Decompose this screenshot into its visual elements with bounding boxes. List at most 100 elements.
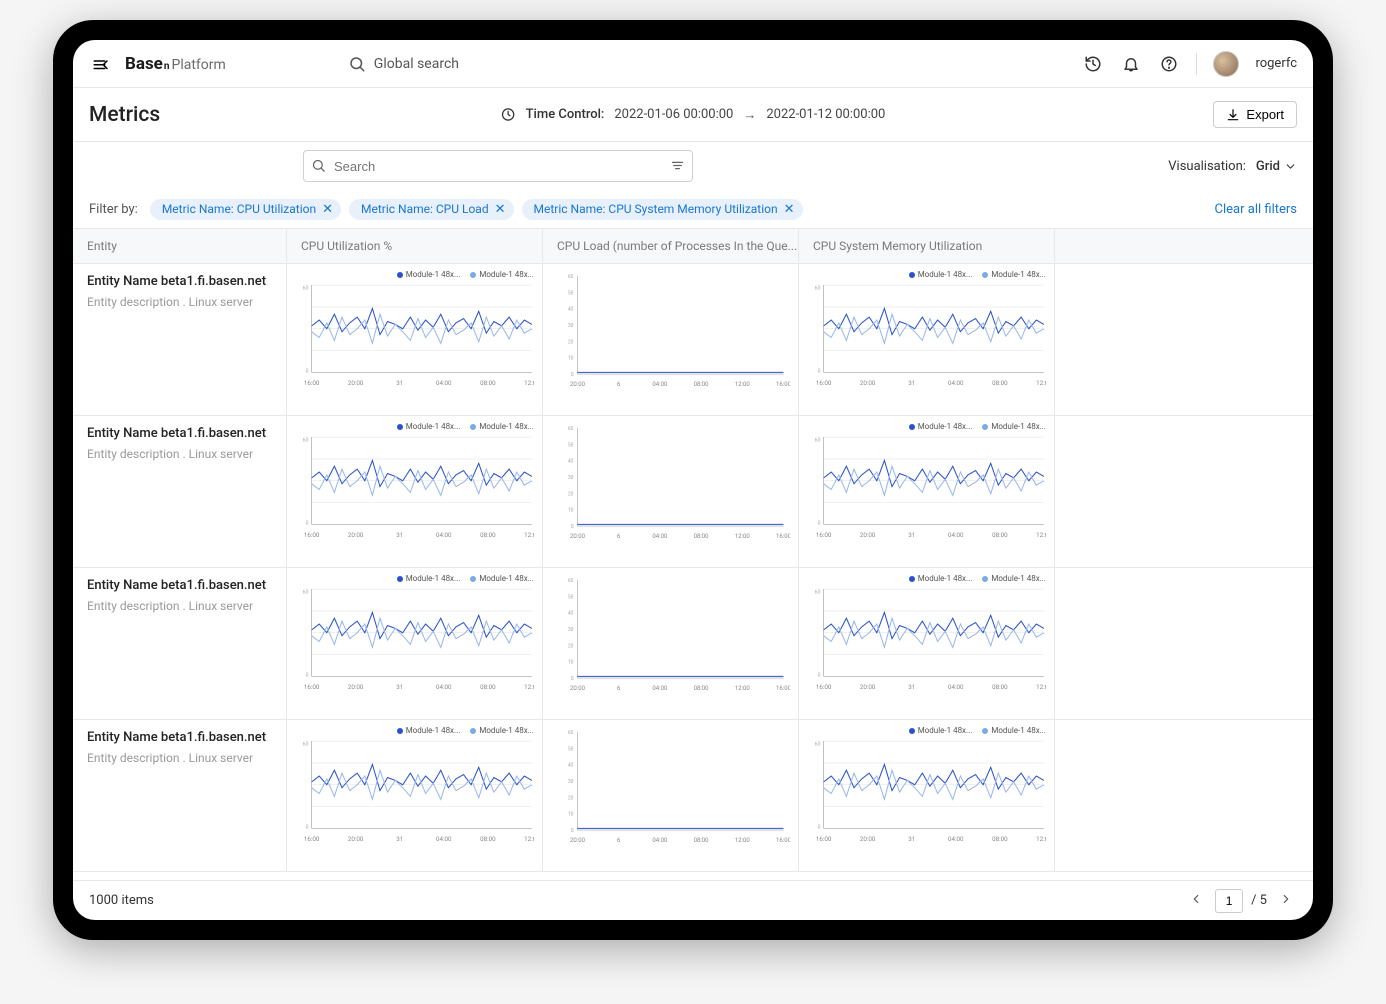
chip-text: Metric Name: CPU System Memory Utilizati…: [534, 202, 778, 216]
svg-text:60: 60: [815, 741, 821, 747]
line-chart: 60016:0020:003104:0008:0012:00: [807, 281, 1046, 389]
page-input[interactable]: [1215, 889, 1243, 913]
arrow-right-icon: →: [743, 107, 756, 123]
filter-settings-button[interactable]: [670, 158, 685, 177]
svg-text:08:00: 08:00: [480, 683, 496, 691]
global-search[interactable]: Global search: [348, 55, 459, 73]
header-entity[interactable]: Entity: [73, 229, 287, 263]
search-input[interactable]: [303, 150, 693, 182]
svg-text:20:00: 20:00: [570, 837, 586, 844]
svg-text:0: 0: [818, 824, 821, 830]
svg-text:10: 10: [568, 660, 574, 666]
svg-text:20:00: 20:00: [348, 683, 364, 691]
svg-text:20:00: 20:00: [348, 531, 364, 539]
svg-text:60: 60: [568, 730, 574, 736]
chart-cell-cpu-util[interactable]: Module-1 48x...Module-1 48x...60016:0020…: [287, 416, 543, 567]
chip-text: Metric Name: CPU Load: [361, 202, 489, 216]
svg-text:60: 60: [303, 437, 309, 443]
chart-legend: Module-1 48x...Module-1 48x...: [807, 422, 1046, 431]
svg-text:0: 0: [818, 368, 821, 374]
svg-text:04:00: 04:00: [652, 837, 668, 844]
chart-cell-cpu-util[interactable]: Module-1 48x...Module-1 48x...60016:0020…: [287, 568, 543, 719]
svg-text:30: 30: [568, 779, 574, 785]
svg-text:31: 31: [396, 379, 403, 387]
filter-chip[interactable]: Metric Name: CPU System Memory Utilizati…: [522, 199, 803, 220]
top-bar: BasenPlatform Global search rogerfc: [73, 40, 1313, 88]
svg-text:16:00: 16:00: [776, 533, 790, 540]
svg-text:12:00: 12:00: [735, 685, 751, 692]
chart-cell-cpu-mem[interactable]: Module-1 48x...Module-1 48x...60016:0020…: [799, 568, 1055, 719]
brand-subtitle: Platform: [171, 57, 225, 73]
entity-name: Entity Name beta1.fi.basen.net: [87, 730, 272, 745]
svg-text:12:00: 12:00: [1036, 379, 1046, 387]
export-button[interactable]: Export: [1213, 101, 1297, 128]
chip-remove-icon[interactable]: ✕: [784, 202, 795, 217]
avatar[interactable]: [1213, 51, 1239, 77]
chart-cell-cpu-load[interactable]: 010203040506020:00604:0008:0012:0016:00: [543, 416, 799, 567]
history-button[interactable]: [1082, 53, 1104, 75]
svg-text:20:00: 20:00: [860, 531, 876, 539]
svg-text:6: 6: [617, 381, 621, 388]
time-control[interactable]: Time Control: 2022-01-06 00:00:00 → 2022…: [501, 107, 886, 123]
notifications-button[interactable]: [1120, 53, 1142, 75]
svg-text:12:00: 12:00: [735, 533, 751, 540]
chart-cell-cpu-mem[interactable]: Module-1 48x...Module-1 48x...60016:0020…: [799, 416, 1055, 567]
table-row[interactable]: Entity Name beta1.fi.basen.net Entity de…: [73, 720, 1313, 872]
header-cpu-util[interactable]: CPU Utilization %: [287, 229, 543, 263]
chart-cell-cpu-util[interactable]: Module-1 48x...Module-1 48x...60016:0020…: [287, 264, 543, 415]
table-row[interactable]: Entity Name beta1.fi.basen.net Entity de…: [73, 264, 1313, 416]
help-button[interactable]: [1158, 53, 1180, 75]
svg-text:50: 50: [568, 442, 574, 448]
svg-text:0: 0: [306, 368, 309, 374]
svg-text:0: 0: [571, 372, 574, 378]
svg-text:50: 50: [568, 290, 574, 296]
extra-cell: [1055, 264, 1313, 415]
chip-remove-icon[interactable]: ✕: [495, 202, 506, 217]
svg-text:0: 0: [306, 520, 309, 526]
prev-page-button[interactable]: [1185, 890, 1207, 912]
chart-cell-cpu-load[interactable]: 010203040506020:00604:0008:0012:0016:00: [543, 568, 799, 719]
search-icon: [311, 158, 326, 177]
menu-toggle-button[interactable]: [89, 52, 113, 76]
next-page-button[interactable]: [1275, 890, 1297, 912]
header-cpu-mem[interactable]: CPU System Memory Utilization: [799, 229, 1055, 263]
chart-cell-cpu-mem[interactable]: Module-1 48x...Module-1 48x...60016:0020…: [799, 264, 1055, 415]
clear-filters-link[interactable]: Clear all filters: [1215, 202, 1297, 217]
grid-header: Entity CPU Utilization % CPU Load (numbe…: [73, 228, 1313, 264]
filter-chip[interactable]: Metric Name: CPU Utilization✕: [150, 199, 341, 220]
svg-text:20:00: 20:00: [860, 835, 876, 843]
filter-chip[interactable]: Metric Name: CPU Load ✕: [349, 199, 514, 220]
extra-cell: [1055, 416, 1313, 567]
svg-text:12:00: 12:00: [524, 379, 534, 387]
visualisation-value: Grid: [1256, 159, 1280, 174]
table-row[interactable]: Entity Name beta1.fi.basen.net Entity de…: [73, 568, 1313, 720]
title-bar: Metrics Time Control: 2022-01-06 00:00:0…: [73, 88, 1313, 142]
chart-cell-cpu-util[interactable]: Module-1 48x...Module-1 48x...60016:0020…: [287, 720, 543, 871]
svg-text:08:00: 08:00: [480, 531, 496, 539]
svg-text:20:00: 20:00: [570, 381, 586, 388]
svg-text:16:00: 16:00: [304, 835, 320, 843]
svg-text:16:00: 16:00: [816, 835, 832, 843]
svg-text:0: 0: [571, 524, 574, 530]
extra-cell: [1055, 568, 1313, 719]
brand-logo[interactable]: BasenPlatform: [125, 54, 226, 74]
svg-text:04:00: 04:00: [948, 835, 964, 843]
chart-cell-cpu-mem[interactable]: Module-1 48x...Module-1 48x...60016:0020…: [799, 720, 1055, 871]
grid-body[interactable]: Entity Name beta1.fi.basen.net Entity de…: [73, 264, 1313, 880]
footer-bar: 1000 items / 5: [73, 880, 1313, 920]
svg-text:40: 40: [568, 459, 574, 465]
username[interactable]: rogerfc: [1255, 56, 1297, 71]
menu-collapse-icon: [92, 55, 110, 73]
time-control-label: Time Control:: [526, 107, 605, 122]
table-row[interactable]: Entity Name beta1.fi.basen.net Entity de…: [73, 416, 1313, 568]
chart-cell-cpu-load[interactable]: 010203040506020:00604:0008:0012:0016:00: [543, 720, 799, 871]
entity-description: Entity description . Linux server: [87, 447, 272, 461]
line-chart: 60016:0020:003104:0008:0012:00: [295, 585, 534, 693]
chip-remove-icon[interactable]: ✕: [322, 202, 333, 217]
chart-cell-cpu-load[interactable]: 010203040506020:00604:0008:0012:0016:00: [543, 264, 799, 415]
filter-bar: Filter by: Metric Name: CPU Utilization✕…: [73, 190, 1313, 228]
filter-label: Filter by:: [89, 202, 138, 217]
header-cpu-load[interactable]: CPU Load (number of Processes In the Que…: [543, 229, 799, 263]
svg-text:16:00: 16:00: [304, 531, 320, 539]
visualisation-select[interactable]: Visualisation: Grid: [1168, 159, 1297, 174]
